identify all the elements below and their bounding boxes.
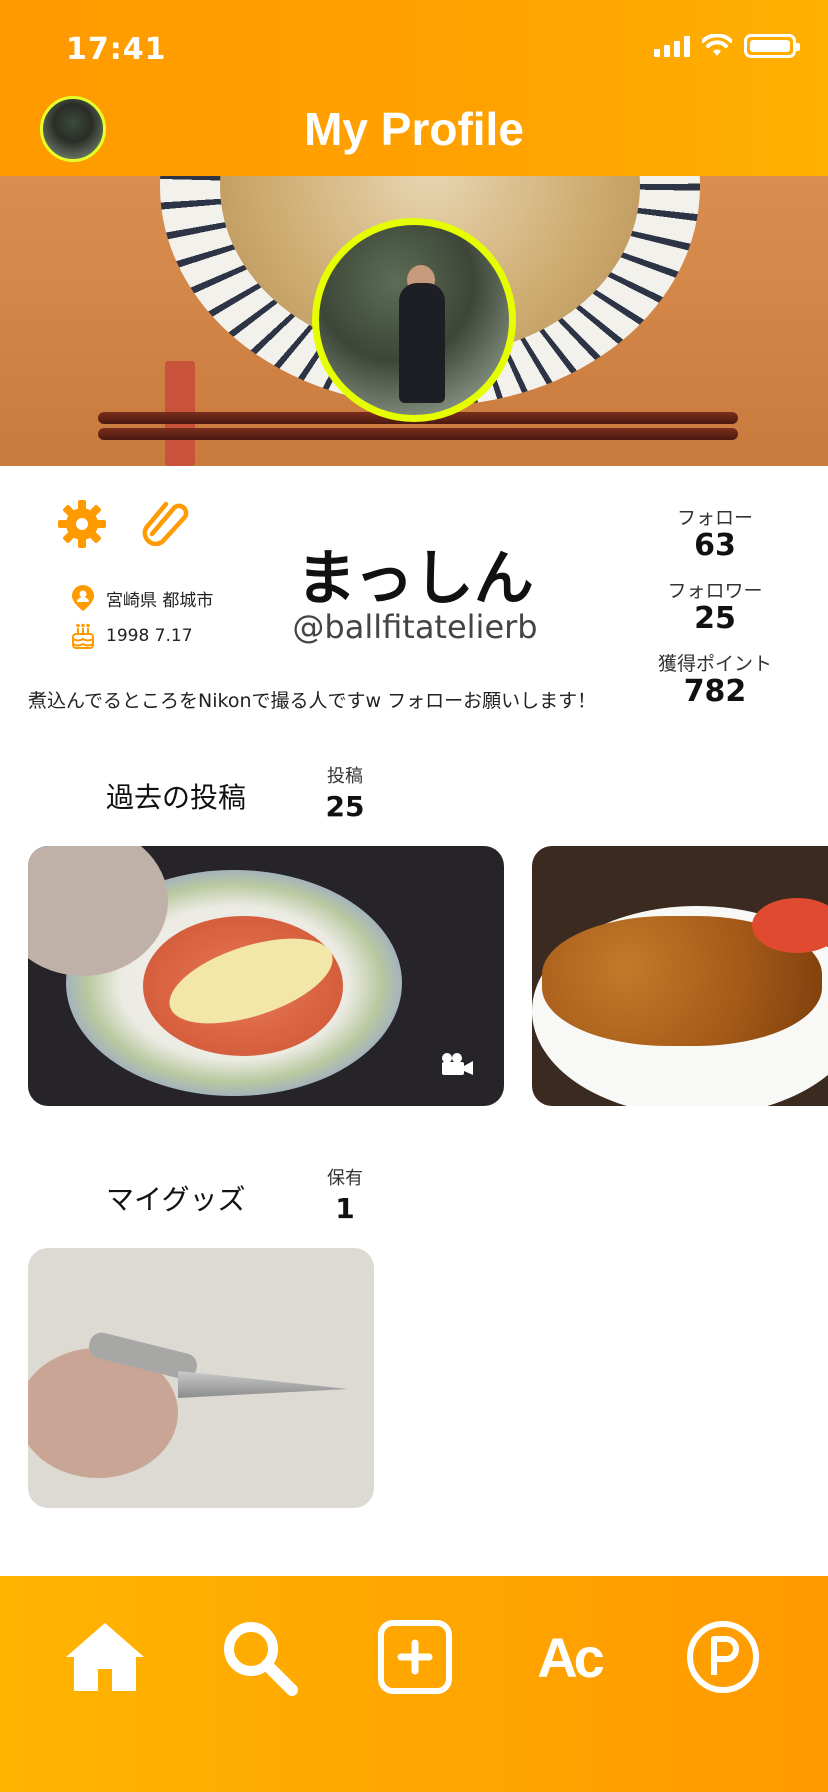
posts-section-title: 過去の投稿	[106, 781, 247, 814]
display-name: まっしん	[296, 544, 534, 614]
post-thumbnail-chicken[interactable]	[532, 846, 828, 1106]
follower-count[interactable]: 25	[640, 601, 790, 636]
goods-count-label: 保有	[327, 1168, 363, 1189]
user-handle: @ballfitatelierb	[292, 608, 538, 646]
wifi-icon	[702, 34, 732, 56]
goods-count: 1	[335, 1192, 355, 1225]
nav-points[interactable]	[678, 1612, 768, 1702]
nav-add-post[interactable]	[370, 1612, 460, 1702]
add-post-icon	[378, 1620, 452, 1694]
location-pin-icon	[72, 585, 94, 611]
settings-gear-icon[interactable]	[56, 498, 108, 550]
profile-avatar[interactable]	[312, 218, 516, 422]
birthday-row: 1998 7.17	[70, 622, 193, 650]
posts-count-label: 投稿	[327, 766, 363, 787]
battery-icon	[744, 34, 800, 58]
follow-count[interactable]: 63	[640, 528, 790, 563]
location-row: 宮崎県 都城市	[70, 584, 213, 612]
page-title: My Profile	[304, 103, 524, 155]
nav-search[interactable]	[214, 1612, 304, 1702]
bottom-nav: Ac	[0, 1576, 828, 1792]
points-count: 782	[683, 674, 747, 709]
posts-count: 25	[325, 790, 365, 823]
paperclip-icon[interactable]	[140, 498, 192, 550]
location-text: 宮崎県 都城市	[106, 590, 214, 611]
follower-label[interactable]: フォロワー	[640, 576, 790, 603]
points-icon	[687, 1621, 759, 1693]
goods-section-title: マイグッズ	[106, 1183, 246, 1216]
points-label: 獲得ポイント	[657, 653, 772, 675]
status-icons	[654, 34, 800, 58]
profile-bio: 煮込んでるところをNikonで撮る人ですw フォローお願いします！	[28, 690, 597, 712]
follow-label[interactable]: フォロー	[640, 503, 790, 530]
cellular-signal-icon	[654, 35, 690, 57]
post-thumbnail-omurice[interactable]	[28, 846, 504, 1106]
home-icon	[66, 1623, 144, 1691]
status-time: 17:41	[66, 32, 167, 67]
birthday-cake-icon	[72, 623, 94, 649]
birthday-text: 1998 7.17	[106, 626, 193, 646]
nav-home[interactable]	[60, 1612, 150, 1702]
nav-ac[interactable]: Ac	[524, 1612, 614, 1702]
goods-thumbnail-knife[interactable]	[28, 1248, 374, 1508]
search-icon	[224, 1622, 298, 1696]
video-camera-icon	[442, 1053, 473, 1075]
app-header: 17:41 My Profile	[0, 0, 828, 176]
chopstick-bottom	[98, 428, 738, 440]
